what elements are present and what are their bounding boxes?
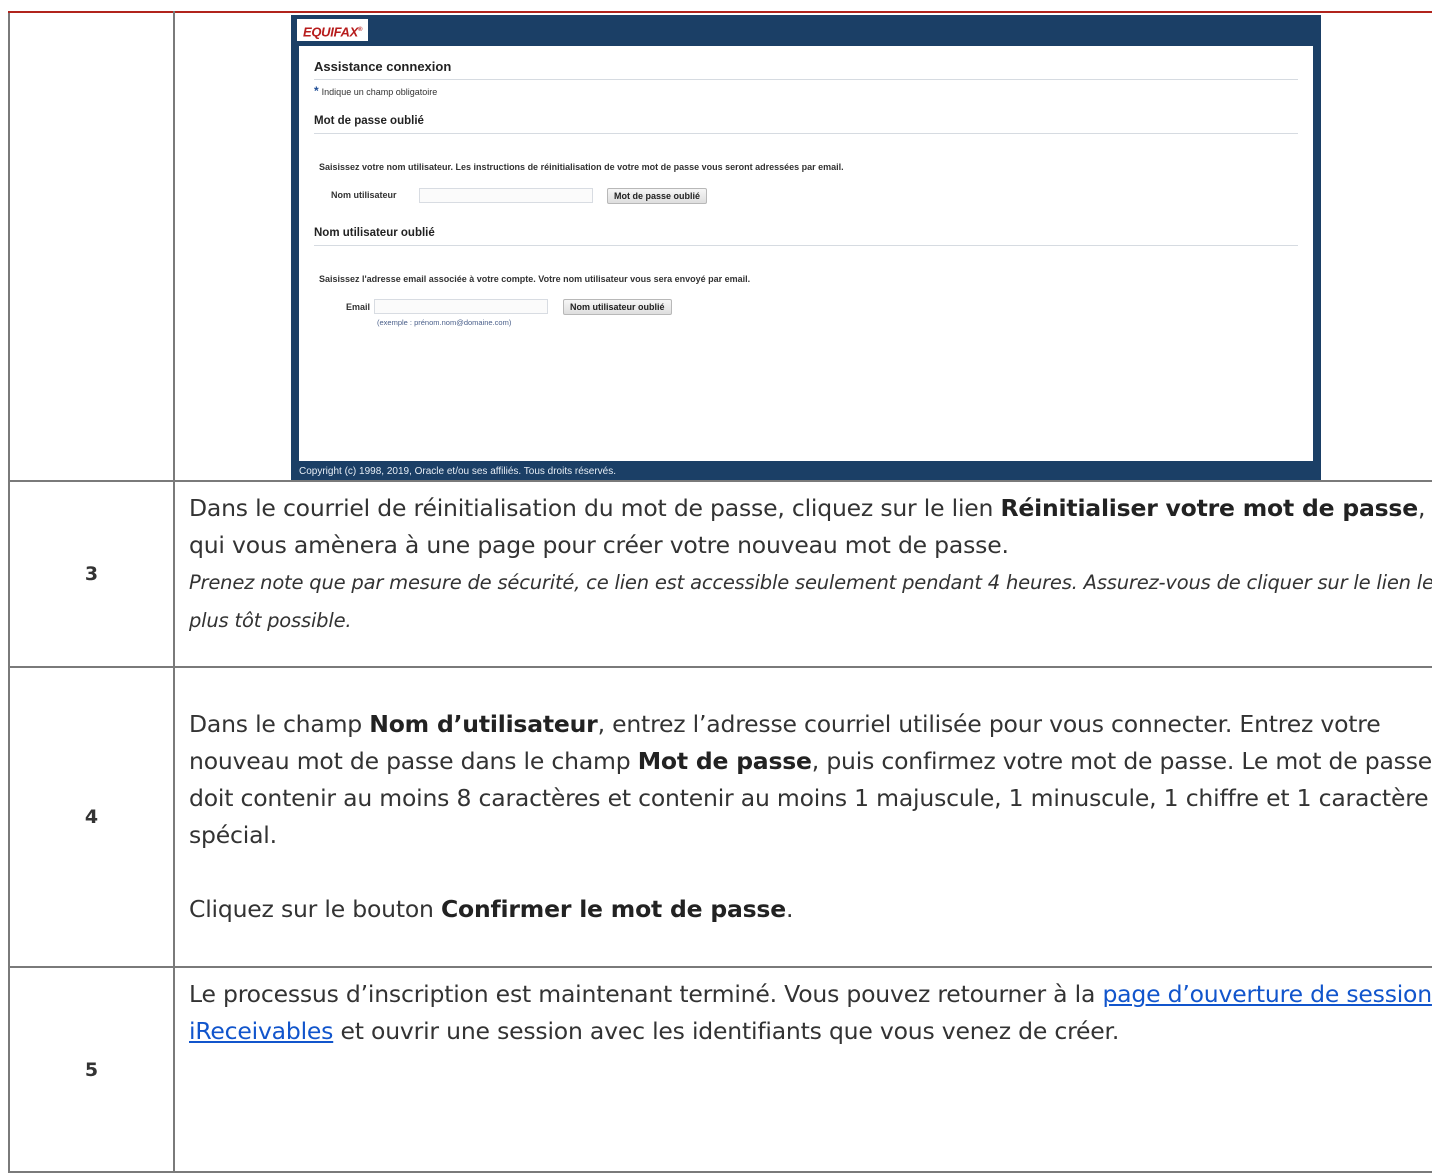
email-label: Email <box>346 302 371 312</box>
security-note: Prenez note que par mesure de sécurité, … <box>189 571 1432 632</box>
reset-link-label: Réinitialiser votre mot de passe <box>1000 494 1419 522</box>
app-header: EQUIFAX® <box>291 15 1321 45</box>
step-number-cell <box>8 11 175 482</box>
table-row: 5 Le processus d’inscription est mainten… <box>8 966 1432 1173</box>
username-label: Nom utilisateur <box>331 190 397 200</box>
forgot-password-instructions: Saisissez votre nom utilisateur. Les ins… <box>319 162 844 172</box>
copyright-footer: Copyright (c) 1998, 2019, Oracle et/ou s… <box>299 466 617 477</box>
divider <box>314 133 1298 134</box>
forgot-password-heading: Mot de passe oublié <box>314 115 424 127</box>
step-3-text: Dans le courriel de réinitialisation du … <box>173 480 1432 668</box>
required-star-icon: * <box>314 84 319 98</box>
confirm-password-label: Confirmer le mot de passe <box>441 895 786 923</box>
step-5-text: Le processus d’inscription est maintenan… <box>173 966 1432 1173</box>
step-4-text: Dans le champ Nom d’utilisateur, entrez … <box>173 666 1432 968</box>
content-panel: Assistance connexion * Indique un champ o… <box>299 46 1313 461</box>
email-field[interactable] <box>374 299 548 314</box>
equifax-logo: EQUIFAX® <box>297 19 369 41</box>
step-number: 5 <box>8 966 175 1173</box>
table-row: 4 Dans le champ Nom d’utilisateur, entre… <box>8 666 1432 968</box>
email-example-hint: (exemple : prénom.nom@domaine.com) <box>377 318 512 327</box>
step-number: 3 <box>8 480 175 668</box>
forgot-username-button[interactable]: Nom utilisateur oublié <box>563 299 672 315</box>
table-row: 3 Dans le courriel de réinitialisation d… <box>8 480 1432 668</box>
forgot-password-button[interactable]: Mot de passe oublié <box>607 188 708 204</box>
forgot-username-heading: Nom utilisateur oublié <box>314 227 435 239</box>
username-input[interactable] <box>419 188 593 203</box>
step-number: 4 <box>8 666 175 968</box>
divider <box>314 245 1298 246</box>
required-note: * Indique un champ obligatoire <box>314 84 438 98</box>
forgot-username-instructions: Saisissez l'adresse email associée à vot… <box>319 274 751 284</box>
page-title: Assistance connexion <box>314 59 452 74</box>
login-assistance-screenshot: EQUIFAX® Assistance connexion * Indique u… <box>291 15 1321 480</box>
divider <box>314 79 1298 80</box>
